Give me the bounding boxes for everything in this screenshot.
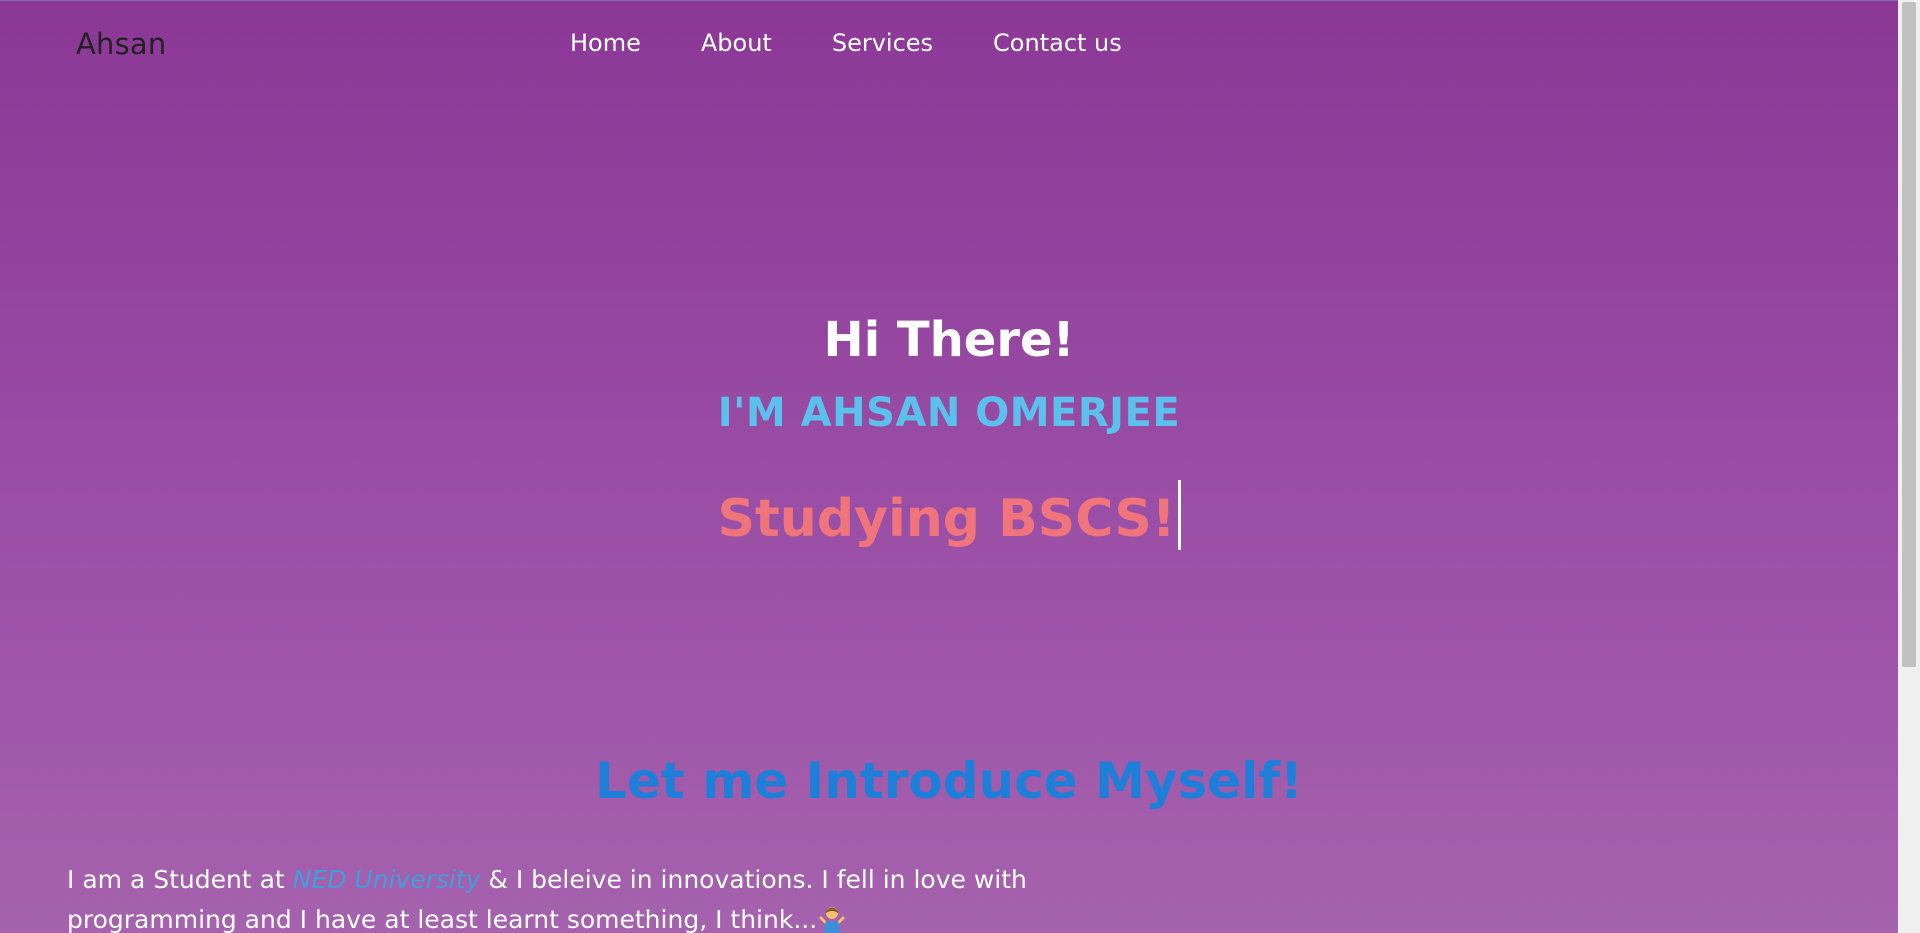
vertical-scrollbar[interactable] (1898, 0, 1920, 933)
nav-link-about[interactable]: About (671, 29, 802, 57)
hero-typed-text: Studying BSCS! (0, 480, 1898, 550)
nav-link-contact[interactable]: Contact us (963, 29, 1152, 57)
nav-links: Home About Services Contact us (570, 29, 1152, 57)
hero-name: I'M AHSAN OMERJEE (717, 390, 1181, 436)
nav-item-home: Home (570, 29, 671, 57)
nav-item-contact: Contact us (963, 29, 1152, 57)
brand-logo[interactable]: Ahsan (76, 27, 166, 61)
navbar: Ahsan Home About Services Contact us (0, 0, 1898, 92)
nav-link-home[interactable]: Home (570, 29, 671, 57)
university-highlight: NED University (292, 865, 481, 894)
hero-greeting: Hi There! (823, 312, 1075, 368)
intro-paragraph: I am a Student at NED University & I bel… (67, 860, 1167, 933)
scrollbar-thumb[interactable] (1902, 2, 1916, 667)
intro-title: Let me Introduce Myself! (595, 752, 1303, 810)
person-shrugging-icon (819, 907, 846, 933)
nav-link-services[interactable]: Services (802, 29, 963, 57)
intro-text-before: I am a Student at (67, 865, 293, 894)
typed-text: Studying BSCS! (717, 489, 1176, 549)
nav-item-about: About (671, 29, 802, 57)
nav-item-services: Services (802, 29, 963, 57)
typing-cursor (1177, 480, 1181, 550)
